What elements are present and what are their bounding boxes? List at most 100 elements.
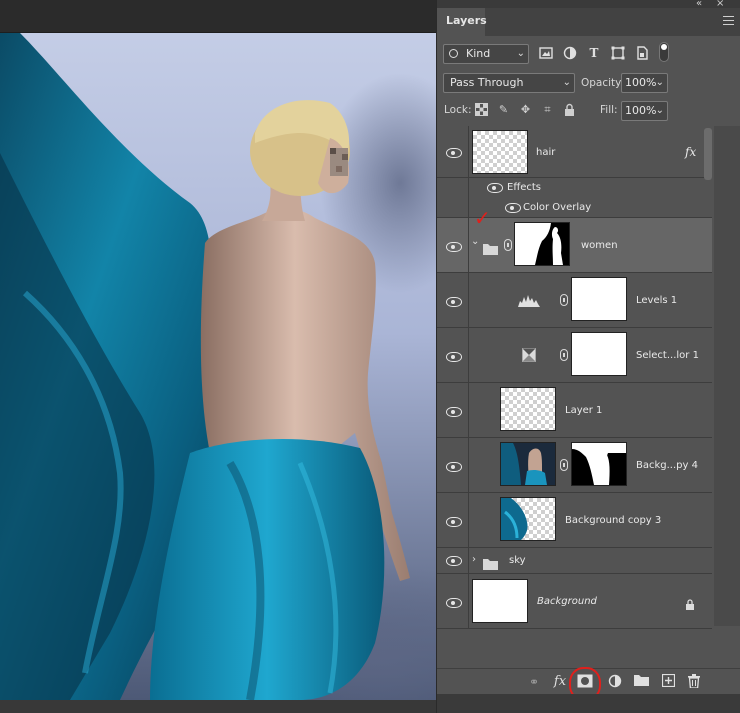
selective-color-adjustment-icon (522, 347, 536, 366)
document-canvas-image[interactable] (0, 33, 436, 700)
chevron-down-icon: ⌄ (655, 77, 664, 88)
blend-mode-dropdown[interactable]: Pass Through ⌄ (443, 73, 575, 93)
mask-link-icon[interactable] (504, 239, 512, 251)
mask-link-icon[interactable] (560, 294, 568, 306)
red-checkmark-annotation: ✓ (474, 206, 491, 230)
layer-name: Background (537, 596, 597, 607)
divider (468, 178, 469, 198)
filter-kind-dropdown[interactable]: Kind ⌄ (443, 44, 529, 64)
divider (468, 548, 469, 573)
layer-name: Background copy 3 (565, 515, 662, 526)
layer-name: Backg...py 4 (636, 460, 698, 471)
visibility-eye-icon[interactable] (446, 352, 462, 362)
mask-link-icon[interactable] (560, 349, 568, 361)
visibility-eye-icon[interactable] (487, 183, 503, 193)
lock-transparent-pixels-icon[interactable] (475, 103, 488, 116)
visibility-eye-icon[interactable] (446, 598, 462, 608)
layers-scrollbar-thumb[interactable] (704, 128, 712, 180)
layer-locked-icon (685, 595, 695, 614)
chevron-down-icon: ⌄ (516, 48, 525, 59)
divider (468, 273, 469, 327)
group-expand-chevron-icon[interactable]: › (472, 554, 476, 565)
layer-name: Select...lor 1 (636, 350, 699, 361)
filter-kind-label: Kind (466, 47, 491, 60)
layer-name: sky (509, 555, 526, 566)
lock-label: Lock: (444, 104, 472, 116)
layer-name: women (581, 240, 618, 251)
panel-tab-row: Layers (437, 8, 740, 36)
divider (468, 493, 469, 547)
filter-toggle-icon[interactable] (659, 42, 669, 62)
visibility-eye-icon[interactable] (446, 148, 462, 158)
effect-name: Color Overlay (523, 202, 592, 213)
panel-menu-icon[interactable] (723, 16, 734, 25)
canvas-area[interactable] (0, 0, 436, 713)
folder-icon (483, 555, 498, 574)
layer-name: hair (536, 147, 556, 158)
type-filter-icon[interactable]: T (587, 46, 601, 60)
shape-filter-icon[interactable] (611, 46, 625, 60)
chevron-down-icon: ⌄ (655, 105, 664, 116)
layer-row-women-group[interactable]: ⌄ women ✓ (437, 206, 712, 273)
divider (468, 574, 469, 628)
smart-object-filter-icon[interactable] (635, 46, 649, 60)
mask-link-icon[interactable] (560, 459, 568, 471)
layer-thumbnail (472, 130, 528, 174)
fx-badge[interactable]: fx (685, 146, 696, 158)
new-layer-icon[interactable] (660, 673, 676, 690)
lock-position-icon[interactable]: ✥ (519, 103, 532, 116)
search-icon (449, 49, 458, 58)
artboard-lock-icon[interactable]: ⌗ (541, 103, 554, 116)
opacity-field[interactable]: 100% ⌄ (621, 73, 668, 93)
visibility-eye-icon[interactable] (446, 462, 462, 472)
link-layers-icon[interactable]: ⚭ (526, 674, 542, 690)
tab-layers[interactable]: Layers (437, 8, 487, 36)
layer-row-background-copy-3[interactable]: Background copy 3 (437, 493, 712, 548)
opacity-value: 100% (625, 76, 657, 89)
image-filter-icon[interactable] (539, 46, 553, 60)
group-expand-chevron-icon[interactable]: ⌄ (471, 236, 479, 247)
lock-image-pixels-icon[interactable]: ✎ (497, 103, 510, 116)
add-layer-style-fx-icon[interactable]: fx (552, 674, 568, 690)
adjustment-filter-icon[interactable] (563, 46, 577, 60)
layers-scrollbar-track[interactable] (714, 126, 740, 626)
layer-row-levels[interactable]: Levels 1 (437, 273, 712, 328)
lock-all-icon[interactable] (563, 103, 576, 116)
visibility-eye-icon[interactable] (446, 242, 462, 252)
layer-row-background-copy-4[interactable]: Backg...py 4 (437, 438, 712, 493)
effects-row[interactable]: Effects (437, 178, 712, 198)
divider (468, 198, 469, 217)
visibility-eye-icon[interactable] (505, 203, 521, 213)
layer-mask-thumbnail (571, 277, 627, 321)
layers-panel: « × Layers Kind ⌄ T Pass Through ⌄ Opaci… (436, 0, 740, 713)
new-adjustment-layer-icon[interactable] (607, 674, 623, 690)
visibility-eye-icon[interactable] (446, 297, 462, 307)
layer-thumbnail (500, 497, 556, 541)
layers-list: hair fx ⌃ Effects Color Overlay ⌄ (437, 126, 712, 629)
layer-row-layer-1[interactable]: Layer 1 (437, 383, 712, 438)
fill-field[interactable]: 100% ⌄ (621, 101, 668, 121)
divider (468, 438, 469, 492)
effects-label: Effects (507, 182, 541, 193)
fill-label: Fill: (600, 104, 618, 116)
levels-adjustment-icon (518, 292, 540, 311)
visibility-eye-icon[interactable] (446, 517, 462, 527)
new-group-folder-icon[interactable] (633, 674, 649, 690)
layer-thumbnail (500, 442, 556, 486)
visibility-eye-icon[interactable] (446, 407, 462, 417)
chevron-down-icon: ⌄ (562, 77, 571, 88)
layer-thumbnail (500, 387, 556, 431)
panel-title-strip: « × (437, 0, 740, 9)
layer-row-sky-group[interactable]: › sky (437, 548, 712, 574)
layer-name: Layer 1 (565, 405, 603, 416)
visibility-eye-icon[interactable] (446, 556, 462, 566)
delete-layer-trash-icon[interactable] (686, 674, 702, 690)
layer-row-background[interactable]: Background (437, 574, 712, 629)
panel-footer-strip (437, 694, 740, 713)
layer-row-selective-color[interactable]: Select...lor 1 (437, 328, 712, 383)
layer-mask-thumbnail (571, 442, 627, 486)
divider (468, 383, 469, 437)
document-tab-bar (0, 0, 436, 33)
layer-row-hair[interactable]: hair fx ⌃ (437, 126, 712, 178)
layer-thumbnail (472, 579, 528, 623)
